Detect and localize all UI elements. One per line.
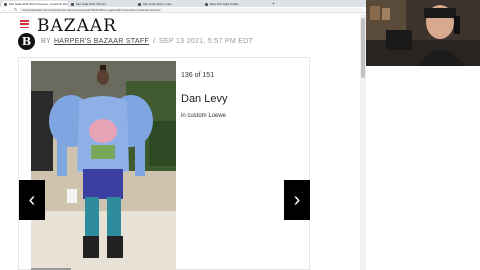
webcam-overlay	[366, 0, 480, 66]
photo-illustration	[31, 61, 176, 270]
webcam-illustration	[366, 0, 480, 66]
browser-window: Met Gala 2021 Best Dressed - Celebrity R…	[0, 0, 366, 270]
byline: B BY HARPER'S BAZAAR STAFF / SEP 13 2021…	[18, 32, 254, 50]
tab-label: Best Met Gala Outfits	[210, 2, 239, 6]
byline-by: BY	[41, 37, 51, 45]
favicon-icon	[138, 2, 141, 6]
slide-counter: 136 of 151	[181, 72, 215, 79]
favicon-icon	[205, 2, 208, 6]
next-slide-button[interactable]: ›	[284, 180, 310, 220]
slide-info: 136 of 151 Dan Levy in custom Loewe	[181, 72, 301, 119]
tab-label: Met Gala 2021 Looks	[143, 2, 172, 6]
author-avatar: B	[18, 32, 35, 50]
address-bar-row: ← → ↻ harpersbazaar.com/celebrity/red-ca…	[0, 7, 366, 13]
favicon-icon	[71, 2, 74, 6]
publish-date: SEP 13 2021, 5:57 PM EDT	[158, 37, 254, 45]
byline-separator: /	[152, 37, 155, 45]
forward-icon[interactable]: →	[8, 7, 12, 12]
url-input[interactable]: harpersbazaar.com/celebrity/red-carpet-d…	[19, 7, 364, 12]
chevron-left-icon: ‹	[28, 189, 36, 211]
favicon-icon	[4, 2, 7, 6]
slide-caption: in custom Loewe	[181, 113, 227, 119]
slide-title: Dan Levy	[181, 93, 228, 105]
side-panel	[366, 66, 480, 270]
back-icon[interactable]: ←	[2, 7, 6, 12]
gallery-slide: 136 of 151 Dan Levy in custom Loewe	[18, 57, 310, 270]
author-link[interactable]: HARPER'S BAZAAR STAFF	[54, 38, 149, 45]
tab-bar: Met Gala 2021 Best Dressed - Celebrity R…	[0, 0, 366, 7]
tab-label: Met Gala 2021 Photos	[76, 2, 106, 6]
tab-label: Met Gala 2021 Best Dressed - Celebrity R…	[9, 2, 68, 6]
gallery-photo[interactable]	[31, 61, 176, 270]
url-text: harpersbazaar.com/celebrity/red-carpet-d…	[22, 7, 161, 12]
previous-slide-button[interactable]: ‹	[19, 180, 45, 220]
chevron-right-icon: ›	[293, 189, 301, 211]
scrollbar-thumb[interactable]	[361, 18, 365, 78]
menu-icon[interactable]	[20, 20, 29, 28]
reload-icon[interactable]: ↻	[14, 7, 17, 12]
